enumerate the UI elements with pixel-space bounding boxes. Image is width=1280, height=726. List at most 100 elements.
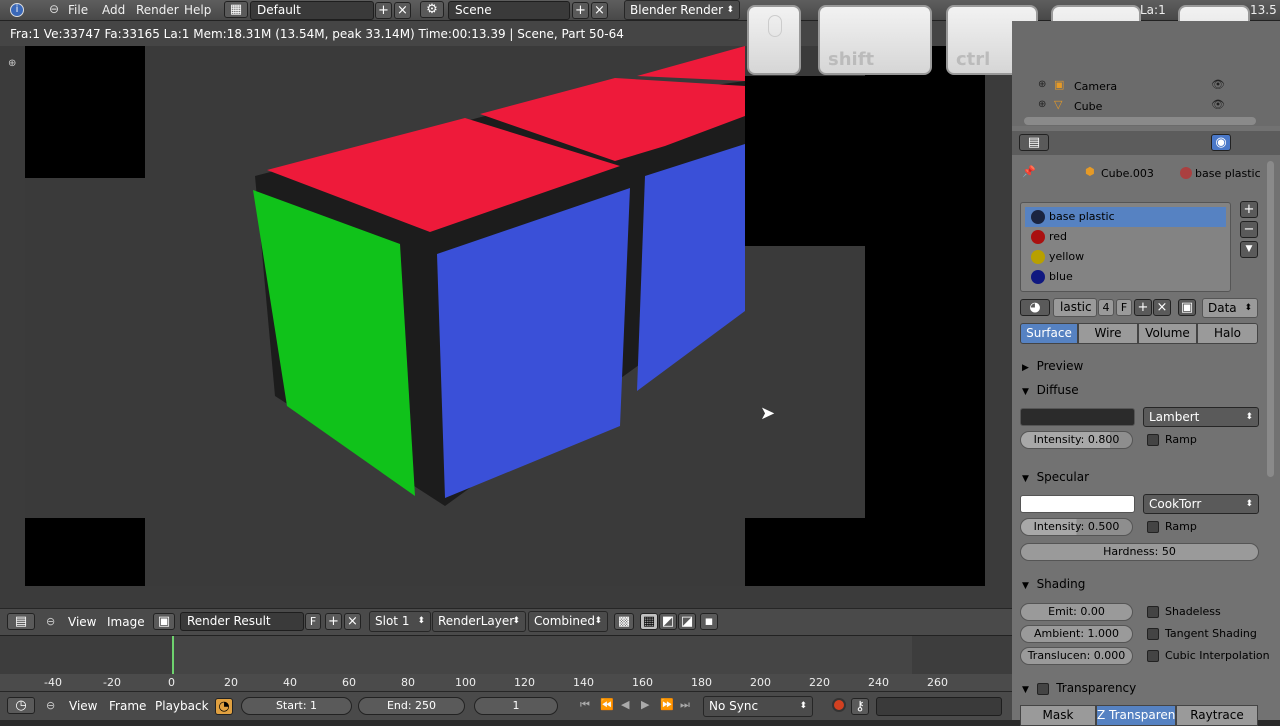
tab-halo[interactable]: Halo [1197,323,1258,344]
menu-view[interactable]: View [68,615,96,629]
render-pass-dropdown[interactable]: Combined ⬍ [528,611,608,632]
start-frame-field[interactable]: Start: 1 [241,697,352,715]
diffuse-shader-dropdown[interactable]: Lambert ⬍ [1143,407,1259,427]
menu-render[interactable]: Render [136,3,179,17]
tab-surface[interactable]: Surface [1020,323,1078,344]
new-image-button[interactable]: + [325,613,342,630]
scene-field[interactable]: Scene [448,1,570,20]
link-data-dropdown[interactable]: Data ⬍ [1202,298,1258,318]
collapse-icon[interactable]: ⊖ [46,699,55,712]
transparency-mask-tab[interactable]: Mask [1020,705,1096,726]
sync-mode-dropdown[interactable]: No Sync ⬍ [703,696,813,717]
display-zbuffer-icon[interactable]: ◪ [678,613,696,630]
expand-icon[interactable]: ⊕ [1038,79,1046,90]
transparency-panel-header[interactable]: ▼ Transparency [1022,681,1136,695]
keying-set-icon[interactable]: ⚷ [851,698,869,715]
specular-color-swatch[interactable] [1020,495,1135,513]
menu-add[interactable]: Add [102,3,125,17]
keying-set-field[interactable] [876,697,1002,716]
preview-range-icon[interactable]: ◔ [215,698,233,715]
fake-user-button[interactable]: F [305,613,321,630]
ambient-field[interactable]: Ambient: 1.000 [1020,625,1133,643]
jump-keyframe-forward-icon[interactable]: ⏩ [660,698,674,711]
translucency-field[interactable]: Translucen: 0.000 [1020,647,1133,665]
hardness-field[interactable]: Hardness: 50 [1020,543,1259,561]
tab-volume[interactable]: Volume [1138,323,1197,344]
add-slot-button[interactable]: + [1240,201,1258,218]
collapse-icon[interactable]: ⊖ [46,615,55,628]
menu-image[interactable]: Image [107,615,145,629]
menu-help[interactable]: Help [184,3,211,17]
shadeless-checkbox[interactable] [1147,606,1159,618]
render-engine-dropdown[interactable]: Blender Render ⬍ [624,0,740,20]
diffuse-panel-header[interactable]: ▼ Diffuse [1022,383,1079,397]
alpha-checker-icon[interactable]: ▩ [614,613,634,630]
jump-keyframe-back-icon[interactable]: ⏪ [600,698,614,711]
display-color-icon[interactable]: ▦ [640,613,658,630]
editor-type-icon[interactable]: ▤ [1019,134,1049,151]
preview-panel-header[interactable]: ▶ Preview [1022,359,1083,373]
render-layer-dropdown[interactable]: RenderLayer ⬍ [432,611,526,632]
eye-icon[interactable]: 👁 [1211,78,1225,91]
current-frame-indicator[interactable] [172,636,174,674]
image-browse-icon[interactable]: ▣ [153,613,175,630]
image-name-field[interactable]: Render Result [180,612,304,631]
jump-start-icon[interactable]: ⏮ [580,698,590,712]
material-tab-icon[interactable]: ◉ [1211,134,1231,151]
display-alpha-icon[interactable]: ◩ [659,613,677,630]
diffuse-intensity-slider[interactable]: Intensity: 0.800 [1020,431,1133,449]
info-icon[interactable]: i [10,3,24,17]
play-reverse-icon[interactable]: ◀ [621,698,629,711]
end-frame-field[interactable]: End: 250 [358,697,465,715]
unlink-material-button[interactable]: × [1153,299,1171,316]
delete-scene-button[interactable]: × [591,2,608,19]
add-scene-button[interactable]: + [572,2,589,19]
material-slot[interactable]: yellow [1025,247,1226,267]
play-icon[interactable]: ▶ [641,698,649,711]
slot-dropdown[interactable]: Slot 1 ⬍ [369,611,431,632]
tab-wire[interactable]: Wire [1078,323,1138,344]
fake-user-button[interactable]: F [1116,299,1132,316]
unlink-image-button[interactable]: × [344,613,361,630]
properties-scrollbar[interactable] [1267,161,1274,477]
expand-icon[interactable]: ⊕ [1038,99,1046,110]
link-icon[interactable]: ▣ [1178,299,1196,316]
screen-layout-field[interactable]: Default [250,1,374,20]
outliner-row-camera[interactable]: ⊕ ▣ Camera 👁 [1012,77,1280,97]
new-material-button[interactable]: + [1134,299,1152,316]
jump-end-icon[interactable]: ⏭ [680,698,690,712]
diffuse-ramp-checkbox[interactable] [1147,434,1159,446]
editor-type-icon[interactable]: ▤ [7,613,35,630]
eye-icon[interactable]: 👁 [1211,98,1225,111]
timeline-area[interactable]: -40 -20 0 20 40 60 80 100 120 140 160 18… [0,635,1012,692]
screen-layout-icon[interactable]: ▦ [224,1,248,18]
users-count[interactable]: 4 [1098,299,1114,316]
specular-shader-dropdown[interactable]: CookTorr ⬍ [1143,494,1259,514]
transparency-raytrace-tab[interactable]: Raytrace [1176,705,1258,726]
menu-playback[interactable]: Playback [155,699,209,713]
outliner-row-cube[interactable]: ⊕ ▽ Cube 👁 [1012,97,1280,117]
pin-image-icon[interactable]: ▪ [700,613,718,630]
menu-frame[interactable]: Frame [109,699,146,713]
specular-ramp-checkbox[interactable] [1147,521,1159,533]
collapse-menus-icon[interactable]: ⊖ [49,2,59,16]
material-slot[interactable]: base plastic [1025,207,1226,227]
menu-view[interactable]: View [69,699,97,713]
transparency-ztrans-tab[interactable]: Z Transparency [1096,705,1176,726]
delete-screen-button[interactable]: × [394,2,411,19]
slot-menu-button[interactable]: ▼ [1240,241,1258,258]
emit-field[interactable]: Emit: 0.00 [1020,603,1133,621]
menu-file[interactable]: File [68,3,88,17]
outliner-scrollbar[interactable] [1024,117,1256,125]
material-slot[interactable]: blue [1025,267,1226,287]
specular-intensity-slider[interactable]: Intensity: 0.500 [1020,518,1133,536]
add-region-icon[interactable]: ⊕ [8,58,16,69]
current-frame-field[interactable]: 1 [474,697,558,715]
tangent-shading-checkbox[interactable] [1147,628,1159,640]
shading-panel-header[interactable]: ▼ Shading [1022,577,1085,591]
material-slot[interactable]: red [1025,227,1226,247]
pin-icon[interactable]: 📌 [1022,165,1036,178]
specular-panel-header[interactable]: ▼ Specular [1022,470,1089,484]
transparency-checkbox[interactable] [1036,682,1049,695]
scene-icon[interactable]: ⚙ [420,1,444,18]
